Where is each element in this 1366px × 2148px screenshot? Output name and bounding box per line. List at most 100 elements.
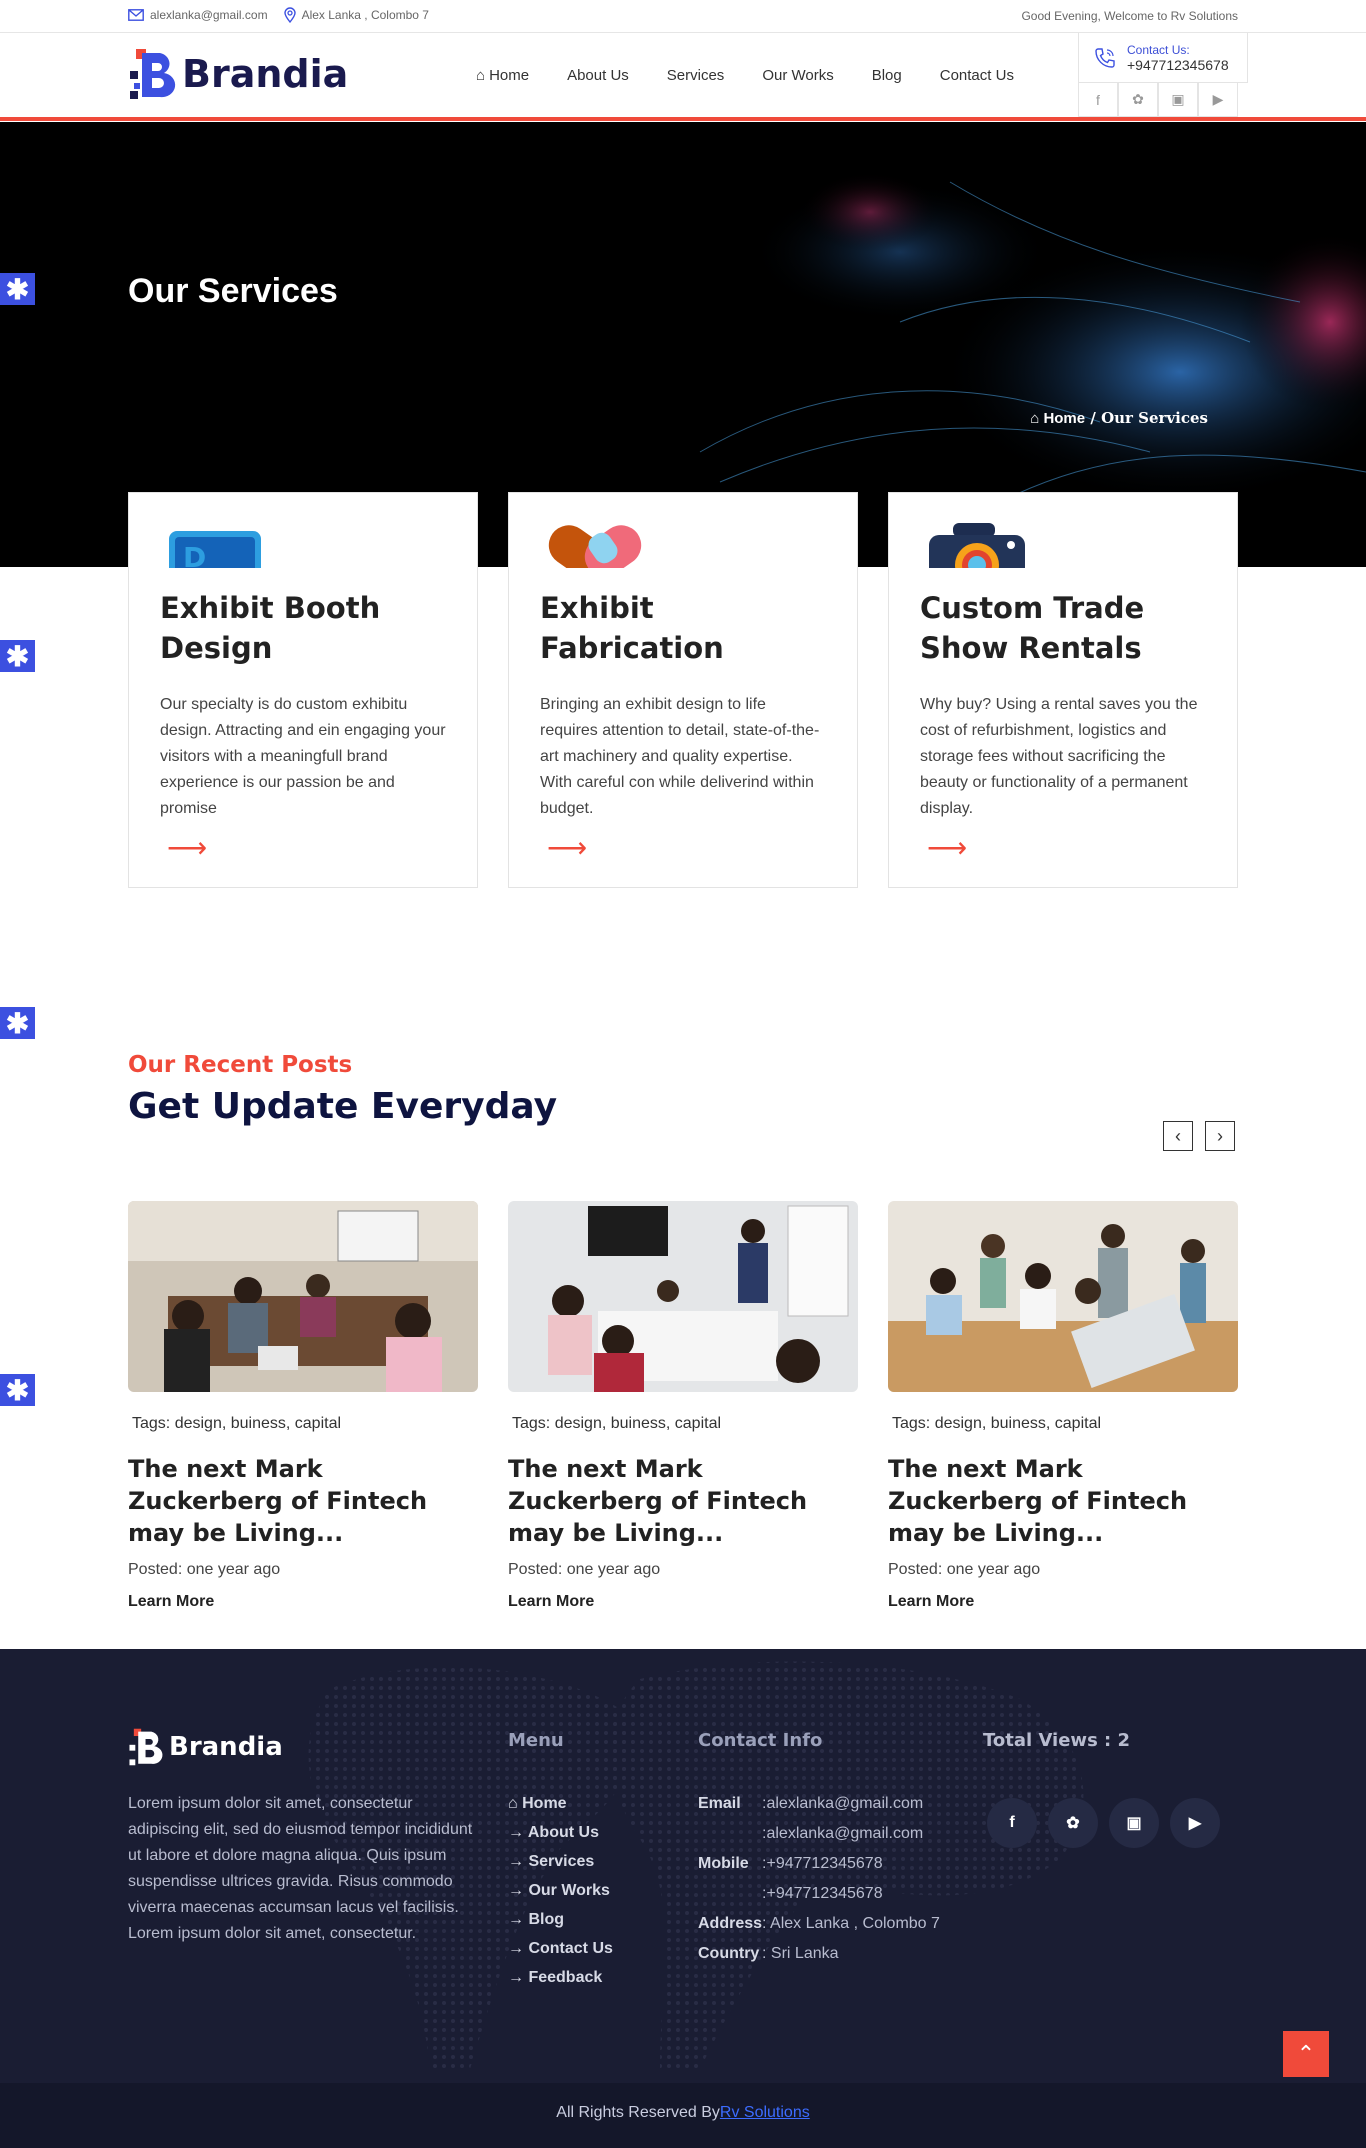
mobile-value[interactable]: :+947712345678 — [762, 1849, 940, 1879]
nav-services[interactable]: Services — [667, 67, 725, 84]
footer-logo[interactable]: Brandia — [128, 1727, 283, 1767]
nav-our-works[interactable]: Our Works — [762, 67, 833, 84]
facebook-icon[interactable]: f — [987, 1798, 1037, 1848]
service-description: Bringing an exhibit design to life requi… — [540, 696, 820, 817]
post-tags: Tags: design, buiness, capital — [892, 1415, 1102, 1432]
scroll-to-top-button[interactable]: ⌃ — [1283, 2031, 1329, 2077]
instagram-icon[interactable]: ▣ — [1158, 83, 1198, 117]
post-title[interactable]: The next Mark Zuckerberg of Fintech may … — [508, 1453, 858, 1549]
country-value: : Sri Lanka — [762, 1945, 839, 1962]
youtube-icon[interactable]: ▶ — [1170, 1798, 1220, 1848]
side-widget-tab[interactable]: ✱ — [0, 273, 35, 305]
footer-link-our-works[interactable]: → Our Works — [508, 1876, 613, 1905]
envelope-icon — [128, 9, 144, 21]
section-title: Get Update Everyday — [128, 1086, 558, 1127]
post-card[interactable]: Tags: design, buiness, capital The next … — [508, 1201, 858, 1611]
location-pin-icon — [283, 7, 296, 23]
post-image[interactable] — [508, 1201, 858, 1392]
copyright-text: All Rights Reserved By — [556, 2104, 720, 2121]
breadcrumb-home[interactable]: ⌂ Home — [1030, 410, 1085, 427]
post-date: Posted: one year ago — [508, 1561, 661, 1578]
learn-more-link[interactable]: Learn More — [508, 1593, 858, 1611]
post-card[interactable]: Tags: design, buiness, capital The next … — [888, 1201, 1238, 1611]
side-widget-tab[interactable]: ✱ — [0, 640, 35, 672]
post-slider-controls: ‹ › — [1163, 1121, 1235, 1151]
brand-logo[interactable]: Brandia — [128, 47, 348, 101]
footer-link-home[interactable]: ⌂ Home — [508, 1789, 613, 1818]
footer-link-about-us[interactable]: → About Us — [508, 1818, 613, 1847]
home-icon: ⌂ — [476, 67, 486, 84]
nav-home[interactable]: ⌂ Home — [476, 67, 529, 84]
main-nav: ⌂ Home About Us Services Our Works Blog C… — [476, 67, 1014, 84]
mobile-value[interactable]: :+947712345678 — [762, 1879, 940, 1909]
nav-about-us[interactable]: About Us — [567, 67, 629, 84]
footer-menu-title: Menu — [508, 1730, 564, 1751]
home-icon: ⌂ — [508, 1795, 518, 1812]
breadcrumb-separator: / — [1090, 409, 1096, 427]
page-title: Our Services — [128, 272, 338, 310]
service-title: Exhibit Booth Design — [160, 591, 381, 665]
arrow-right-icon: → — [508, 1969, 524, 1986]
arrow-right-icon[interactable]: ⟶ — [167, 831, 207, 864]
email-value[interactable]: :alexlanka@gmail.com — [762, 1819, 940, 1849]
post-image[interactable] — [128, 1201, 478, 1392]
email-label: Email — [698, 1795, 741, 1812]
home-icon: ⌂ — [1030, 410, 1040, 427]
copyright-link[interactable]: Rv Solutions — [720, 2104, 810, 2121]
footer-about-text: Lorem ipsum dolor sit amet, consectetur … — [128, 1795, 473, 1942]
posts-list: Tags: design, buiness, capital The next … — [128, 1201, 1238, 1611]
arrow-right-icon: → — [508, 1911, 524, 1928]
email-value[interactable]: :alexlanka@gmail.com — [762, 1789, 940, 1819]
breadcrumb-current: Our Services — [1101, 409, 1208, 427]
brand-name: Brandia — [169, 1732, 283, 1762]
email-text: alexlanka@gmail.com — [150, 8, 268, 22]
contact-phone: +947712345678 — [1127, 56, 1229, 73]
instagram-icon[interactable]: ▣ — [1109, 1798, 1159, 1848]
side-widget-tab[interactable]: ✱ — [0, 1374, 35, 1406]
footer-link-feedback[interactable]: → Feedback — [508, 1963, 613, 1992]
address-label: Address — [698, 1915, 763, 1932]
youtube-icon[interactable]: ▶ — [1198, 83, 1238, 117]
service-card[interactable]: Exhibit Fabrication Bringing an exhibit … — [508, 492, 858, 888]
arrow-right-icon: → — [508, 1940, 524, 1957]
footer-link-services[interactable]: → Services — [508, 1847, 613, 1876]
brand-logo-icon — [130, 49, 176, 99]
nav-blog[interactable]: Blog — [872, 67, 902, 84]
facebook-icon[interactable]: f — [1078, 83, 1118, 117]
service-title: Custom Trade Show Rentals — [920, 591, 1145, 665]
address-info: Alex Lanka , Colombo 7 — [283, 7, 429, 23]
site-footer: Brandia Lorem ipsum dolor sit amet, cons… — [0, 1649, 1366, 2083]
footer-link-contact-us[interactable]: → Contact Us — [508, 1934, 613, 1963]
service-card[interactable]: D Exhibit Booth Design Our specialty is … — [128, 492, 478, 888]
brand-logo-icon — [129, 1728, 163, 1766]
chevron-right-icon[interactable]: › — [1205, 1121, 1235, 1151]
recent-posts-heading: Our Recent Posts Get Update Everyday — [128, 1052, 557, 1127]
side-widget-tab[interactable]: ✱ — [0, 1007, 35, 1039]
nav-contact-us[interactable]: Contact Us — [940, 67, 1014, 84]
services-list: D Exhibit Booth Design Our specialty is … — [128, 492, 1238, 888]
breadcrumb: ⌂ Home / Our Services — [1030, 409, 1208, 427]
email-info[interactable]: alexlanka@gmail.com — [128, 8, 268, 22]
arrow-right-icon[interactable]: ⟶ — [927, 831, 967, 864]
twitter-icon[interactable]: ✿ — [1118, 83, 1158, 117]
top-bar: alexlanka@gmail.com Alex Lanka , Colombo… — [0, 0, 1366, 33]
footer-link-blog[interactable]: → Blog — [508, 1905, 613, 1934]
service-card[interactable]: Custom Trade Show Rentals Why buy? Using… — [888, 492, 1238, 888]
post-title[interactable]: The next Mark Zuckerberg of Fintech may … — [128, 1453, 478, 1549]
chevron-left-icon[interactable]: ‹ — [1163, 1121, 1193, 1151]
arrow-right-icon: → — [508, 1853, 524, 1870]
post-date: Posted: one year ago — [128, 1561, 281, 1578]
footer-contact-info: Contact Info Email:alexlanka@gmail.com :… — [698, 1730, 940, 1969]
post-card[interactable]: Tags: design, buiness, capital The next … — [128, 1201, 478, 1611]
twitter-icon[interactable]: ✿ — [1048, 1798, 1098, 1848]
booth-design-icon: D — [169, 531, 261, 568]
header-contact-box[interactable]: Contact Us: +947712345678 — [1078, 33, 1248, 83]
post-title[interactable]: The next Mark Zuckerberg of Fintech may … — [888, 1453, 1238, 1549]
chevron-up-icon: ⌃ — [1296, 2041, 1316, 2066]
arrow-right-icon: → — [508, 1824, 524, 1841]
country-label: Country — [698, 1945, 760, 1962]
post-image[interactable] — [888, 1201, 1238, 1392]
learn-more-link[interactable]: Learn More — [888, 1593, 1238, 1611]
learn-more-link[interactable]: Learn More — [128, 1593, 478, 1611]
arrow-right-icon[interactable]: ⟶ — [547, 831, 587, 864]
